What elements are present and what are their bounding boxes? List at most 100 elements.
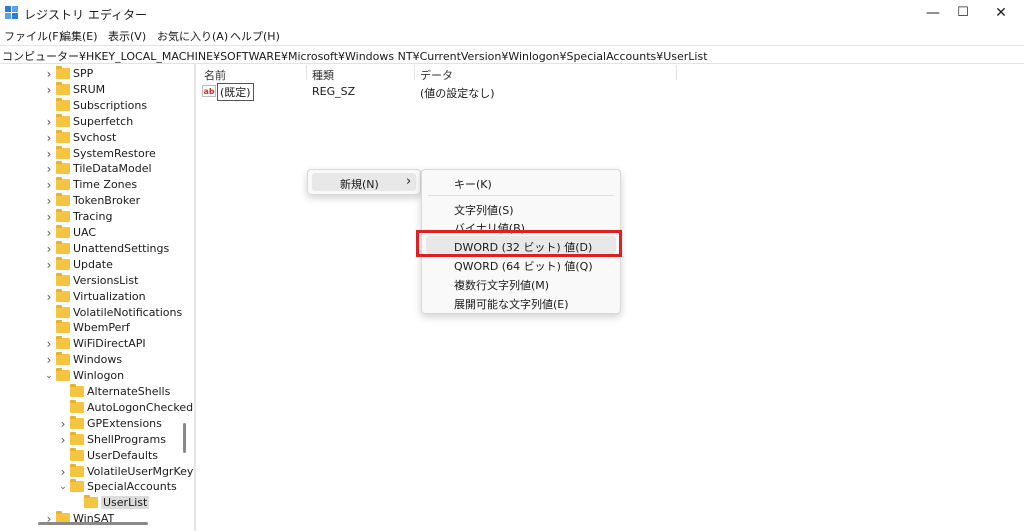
tree-item-wbemperf[interactable]: WbemPerf <box>0 320 185 336</box>
chevron-right-icon[interactable]: › <box>44 193 54 209</box>
tree-item-label: SystemRestore <box>73 146 156 160</box>
tree-item-tiledatamodel[interactable]: › TileDataModel <box>0 161 185 177</box>
folder-icon <box>56 256 70 270</box>
folder-icon <box>56 97 70 111</box>
menu-separator <box>428 195 614 196</box>
tree-item-update[interactable]: › Update <box>0 256 185 273</box>
chevron-right-icon[interactable]: › <box>44 177 54 193</box>
submenu-item-qword-value[interactable]: QWORD (64 ビット) 値(Q) <box>426 255 616 273</box>
chevron-right-icon[interactable]: › <box>44 289 54 305</box>
tree-item-superfetch[interactable]: › Superfetch <box>0 113 185 130</box>
column-header-data[interactable]: データ <box>420 67 453 83</box>
chevron-down-icon[interactable]: ⌄ <box>44 368 54 384</box>
folder-icon <box>84 495 98 509</box>
menu-edit[interactable]: 編集(E) <box>60 28 98 44</box>
tree-item-versionslist[interactable]: VersionsList <box>0 272 185 289</box>
menu-item-new[interactable]: 新規(N) › <box>312 173 416 191</box>
tree-horizontal-scrollbar[interactable] <box>38 522 148 525</box>
chevron-right-icon[interactable]: › <box>44 66 54 82</box>
chevron-right-icon[interactable]: › <box>44 209 54 225</box>
tree-item-windows[interactable]: › Windows <box>0 352 185 368</box>
tree-item-systemrestore[interactable]: › SystemRestore <box>0 145 185 162</box>
folder-icon <box>70 447 84 461</box>
chevron-right-icon[interactable]: › <box>44 336 54 352</box>
menu-favorites[interactable]: お気に入り(A) <box>157 28 228 44</box>
tree-item-specialaccounts[interactable]: ⌄ SpecialAccounts <box>0 479 185 495</box>
tree-item-tokenbroker[interactable]: › TokenBroker <box>0 193 185 209</box>
chevron-right-icon[interactable]: › <box>44 82 54 98</box>
tree-item-volatilenotifications[interactable]: VolatileNotifications <box>0 304 185 321</box>
tree-item-wifidirectapi[interactable]: › WiFiDirectAPI <box>0 336 185 352</box>
tree-item-spp[interactable]: › SPP <box>0 66 185 82</box>
close-button[interactable]: ✕ <box>978 0 1024 26</box>
submenu-item-string-value[interactable]: 文字列値(S) <box>426 199 616 217</box>
menu-bar: ファイル(F) 編集(E) 表示(V) お気に入り(A) ヘルプ(H) <box>0 26 1024 44</box>
column-header-name[interactable]: 名前 <box>204 67 226 83</box>
column-divider[interactable] <box>676 65 677 80</box>
chevron-right-icon[interactable]: › <box>44 241 54 257</box>
chevron-right-icon[interactable]: › <box>58 416 68 432</box>
submenu-item-expandable-string-value[interactable]: 展開可能な文字列値(E) <box>426 293 616 311</box>
folder-icon <box>56 272 70 286</box>
chevron-right-icon[interactable]: › <box>44 161 54 177</box>
folder-icon <box>56 240 70 254</box>
tree-item-subscriptions[interactable]: Subscriptions <box>0 97 185 114</box>
tree-item-userlist[interactable]: UserList <box>0 495 185 511</box>
tree-item-tracing[interactable]: › Tracing <box>0 209 185 225</box>
chevron-down-icon[interactable]: ⌄ <box>58 479 68 495</box>
menu-file[interactable]: ファイル(F) <box>4 28 63 44</box>
chevron-right-icon[interactable]: › <box>44 225 54 241</box>
tree-item-label: Tracing <box>73 210 113 224</box>
address-path[interactable]: コンピューター¥HKEY_LOCAL_MACHINE¥SOFTWARE¥Micr… <box>2 48 708 64</box>
folder-icon <box>56 368 70 382</box>
tree-item-label: SPP <box>73 67 94 80</box>
chevron-right-icon[interactable]: › <box>58 464 68 480</box>
column-divider[interactable] <box>306 65 307 80</box>
tree-item-label: Winlogon <box>73 369 125 383</box>
submenu-item-multi-string-value[interactable]: 複数行文字列値(M) <box>426 274 616 292</box>
submenu-item-key[interactable]: キー(K) <box>426 173 616 191</box>
chevron-right-icon[interactable]: › <box>44 352 54 368</box>
tree-item-shellprograms[interactable]: › ShellPrograms <box>0 431 185 448</box>
folder-icon <box>56 320 70 334</box>
tree-item-time-zones[interactable]: › Time Zones <box>0 177 185 193</box>
chevron-right-icon[interactable]: › <box>58 432 68 448</box>
tree-item-label: UserList <box>101 496 150 510</box>
column-header-type[interactable]: 種類 <box>312 67 334 83</box>
tree-item-virtualization[interactable]: › Virtualization <box>0 288 185 305</box>
folder-icon <box>56 113 70 127</box>
tree-item-svchost[interactable]: › Svchost <box>0 129 185 146</box>
tree-item-label: Virtualization <box>73 289 146 303</box>
tree-vertical-scrollbar[interactable] <box>183 423 186 453</box>
folder-icon <box>56 336 70 350</box>
value-name-default[interactable]: (既定) <box>217 83 254 101</box>
chevron-right-icon[interactable]: › <box>44 146 54 162</box>
chevron-right-icon[interactable]: › <box>44 114 54 130</box>
tree-item-uac[interactable]: › UAC <box>0 225 185 241</box>
tree-item-autologonchecked[interactable]: AutoLogonChecked <box>0 399 193 416</box>
tree-item-label: Update <box>73 257 113 271</box>
key-tree[interactable]: › SPP › SRUM Subscriptions › Superfetch › Svchos… <box>0 63 193 531</box>
tree-item-gpextensions[interactable]: › GPExtensions <box>0 415 185 432</box>
tree-item-label: SRUM <box>73 82 106 96</box>
tree-item-winlogon[interactable]: ⌄ Winlogon <box>0 368 185 384</box>
tree-item-volatileusermgrkey[interactable]: › VolatileUserMgrKey <box>0 463 193 480</box>
column-divider[interactable] <box>414 65 415 80</box>
folder-icon <box>70 399 84 413</box>
chevron-right-icon[interactable]: › <box>44 257 54 273</box>
tree-item-alternateshells[interactable]: AlternateShells <box>0 384 185 400</box>
tree-item-unattendsettings[interactable]: › UnattendSettings <box>0 240 185 257</box>
folder-icon <box>56 66 70 79</box>
menu-help[interactable]: ヘルプ(H) <box>230 28 280 44</box>
context-menu: 新規(N) › <box>307 169 421 195</box>
folder-icon <box>56 352 70 366</box>
folder-icon <box>56 193 70 207</box>
tree-item-srum[interactable]: › SRUM <box>0 81 185 98</box>
menu-view[interactable]: 表示(V) <box>108 28 146 44</box>
address-bar[interactable]: コンピューター¥HKEY_LOCAL_MACHINE¥SOFTWARE¥Micr… <box>0 45 1024 64</box>
tree-item-label: UAC <box>73 226 97 239</box>
folder-icon <box>70 479 84 493</box>
tree-item-userdefaults[interactable]: UserDefaults <box>0 447 185 464</box>
title-bar: レジストリ エディター — ☐ ✕ <box>0 0 1024 26</box>
chevron-right-icon[interactable]: › <box>44 130 54 146</box>
